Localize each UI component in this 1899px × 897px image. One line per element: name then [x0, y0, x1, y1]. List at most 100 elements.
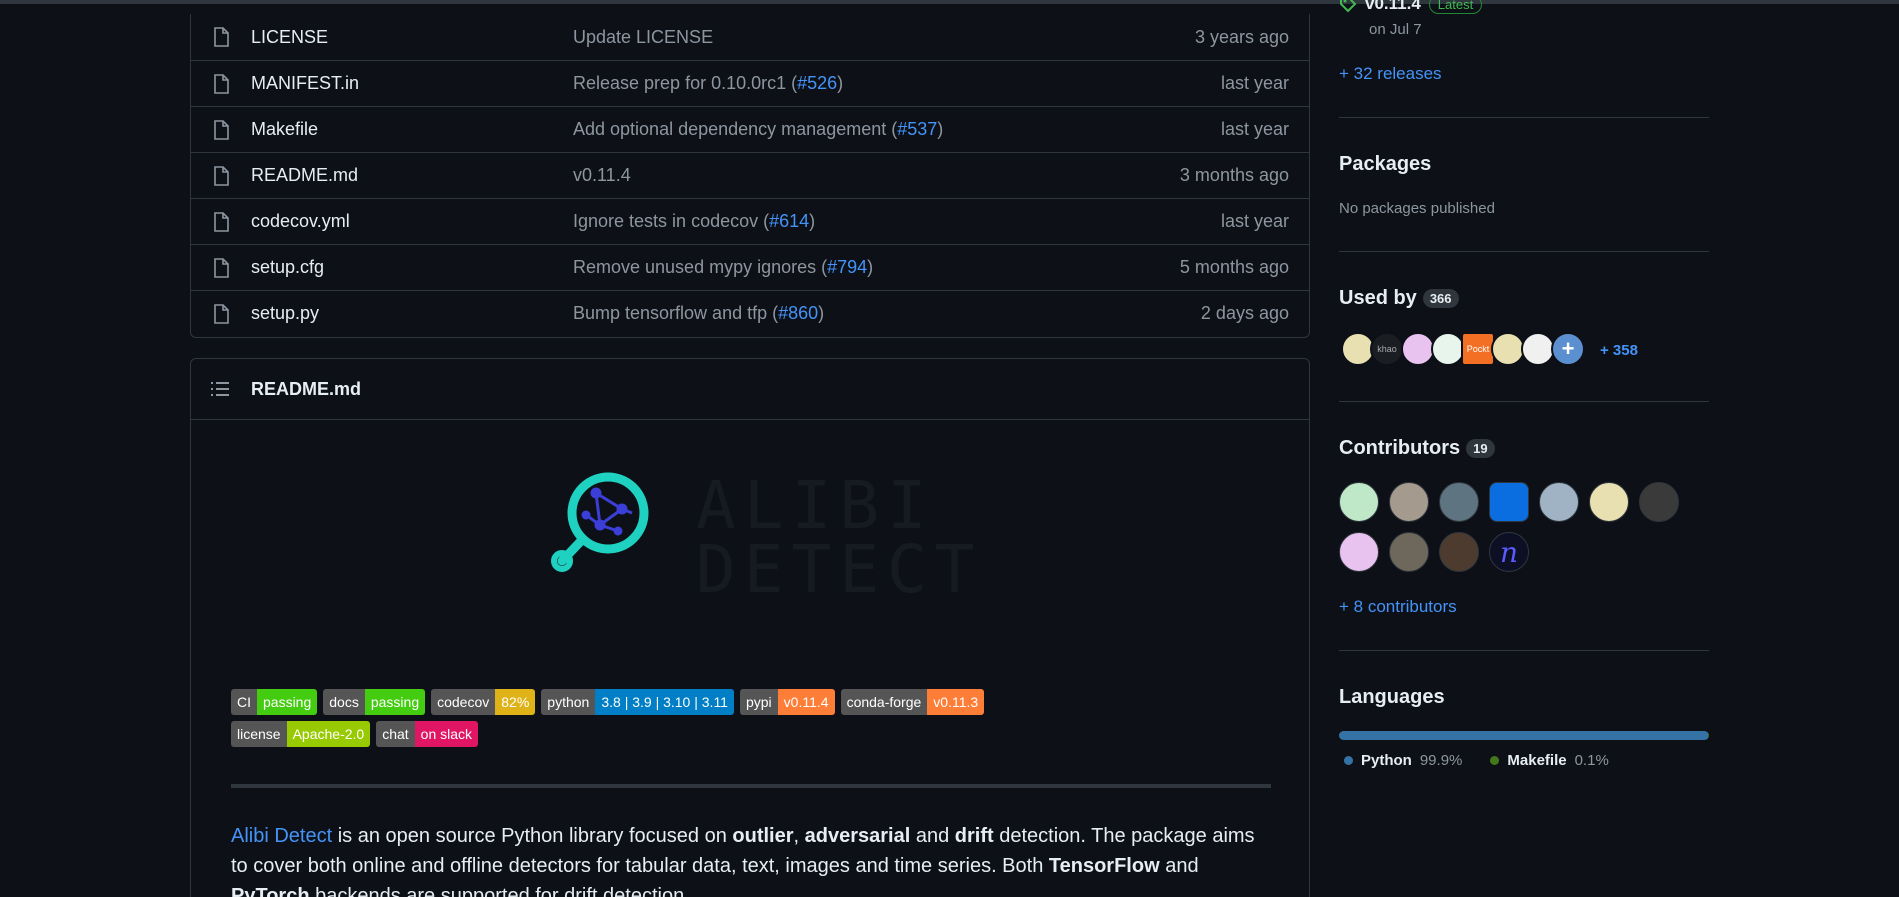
contributors-more-link[interactable]: + 8 contributors	[1339, 597, 1457, 617]
file-name-link[interactable]: setup.cfg	[251, 257, 324, 278]
used-by-more-link[interactable]: + 358	[1600, 342, 1638, 359]
languages-list: Python 99.9% Makefile 0.1%	[1344, 752, 1609, 769]
badge-chat[interactable]: chat on slack	[376, 721, 479, 747]
badge-pypi[interactable]: pypi v0.11.4	[739, 689, 835, 715]
section-divider	[1339, 117, 1709, 118]
avatar[interactable]: khao	[1370, 332, 1404, 366]
contributor-avatar[interactable]	[1389, 482, 1429, 522]
file-row[interactable]: setup.cfg Remove unused mypy ignores (#79…	[191, 244, 1309, 290]
language-percent: 99.9%	[1419, 752, 1463, 769]
used-by-title[interactable]: Used by 366	[1339, 287, 1459, 310]
file-name-link[interactable]: setup.py	[251, 303, 319, 324]
badge-value: passing	[257, 689, 318, 715]
file-name-link[interactable]: MANIFEST.in	[251, 73, 359, 94]
file-name-link[interactable]: README.md	[251, 165, 358, 186]
pull-request-link[interactable]: #614	[769, 211, 809, 231]
badge-row: license Apache-2.0 chat on slack	[231, 721, 1281, 747]
commit-message[interactable]: Release prep for 0.10.0rc1 (#526)	[573, 73, 843, 94]
avatar[interactable]	[1491, 332, 1525, 366]
commit-message[interactable]: Bump tensorflow and tfp (#860)	[573, 303, 824, 324]
commit-message[interactable]: Remove unused mypy ignores (#794)	[573, 257, 873, 278]
pull-request-link[interactable]: #537	[897, 119, 937, 139]
language-bar-segment[interactable]	[1339, 731, 1708, 740]
contributors-title[interactable]: Contributors 19	[1339, 437, 1495, 460]
magnifier-network-icon	[551, 472, 649, 572]
badge-value: 3.8 | 3.9 | 3.10 | 3.11	[595, 689, 734, 715]
contributors-counter: 19	[1466, 439, 1495, 458]
commit-message-text[interactable]: Bump tensorflow and tfp (	[573, 303, 778, 323]
badge-label: codecov	[431, 689, 496, 715]
logo-line-2: DETECT	[696, 531, 983, 608]
commit-message[interactable]: v0.11.4	[573, 165, 631, 186]
contributor-avatar[interactable]	[1389, 532, 1429, 572]
commit-message[interactable]: Update LICENSE	[573, 27, 713, 48]
alibi-detect-link[interactable]: Alibi Detect	[231, 825, 332, 847]
badge-value: v0.11.4	[777, 689, 835, 715]
section-divider	[1339, 251, 1709, 252]
file-icon	[214, 304, 229, 324]
commit-message-text[interactable]: v0.11.4	[573, 165, 631, 185]
file-row[interactable]: LICENSE Update LICENSE 3 years ago	[191, 14, 1309, 60]
commit-time: last year	[1220, 211, 1289, 231]
pull-request-link[interactable]: #794	[827, 257, 867, 277]
commit-message-text[interactable]: Add optional dependency management (	[573, 119, 897, 139]
contributor-avatar[interactable]: n	[1489, 532, 1529, 572]
file-row[interactable]: MANIFEST.in Release prep for 0.10.0rc1 (#…	[191, 60, 1309, 106]
languages-title-text: Languages	[1339, 686, 1445, 708]
contributor-avatar[interactable]	[1339, 482, 1379, 522]
commit-message-text[interactable]: Ignore tests in codecov (	[573, 211, 769, 231]
contributor-avatar[interactable]	[1439, 482, 1479, 522]
language-item[interactable]: Python 99.9%	[1344, 752, 1462, 769]
languages-title: Languages	[1339, 686, 1445, 709]
release-tag[interactable]: v0.11.4	[1365, 0, 1421, 14]
packages-title[interactable]: Packages	[1339, 153, 1431, 176]
language-bar-segment[interactable]	[1707, 731, 1709, 740]
commit-message[interactable]: Ignore tests in codecov (#614)	[573, 211, 815, 232]
file-row[interactable]: README.md v0.11.4 3 months ago	[191, 152, 1309, 198]
contributor-avatar[interactable]	[1439, 532, 1479, 572]
avatar[interactable]	[1401, 332, 1435, 366]
commit-message-text[interactable]: Remove unused mypy ignores (	[573, 257, 827, 277]
intro-bold: outlier	[732, 825, 794, 847]
contributor-avatar[interactable]	[1589, 482, 1629, 522]
commit-message-text[interactable]: Update LICENSE	[573, 27, 713, 47]
avatar[interactable]	[1521, 332, 1555, 366]
outline-list-icon[interactable]	[211, 381, 229, 397]
contributor-avatar[interactable]	[1489, 482, 1529, 522]
language-item[interactable]: Makefile 0.1%	[1490, 752, 1609, 769]
file-row[interactable]: codecov.yml Ignore tests in codecov (#614…	[191, 198, 1309, 244]
intro-text: backends are supported for drift detecti…	[309, 885, 690, 897]
file-name-link[interactable]: codecov.yml	[251, 211, 350, 232]
commit-message[interactable]: Add optional dependency management (#537…	[573, 119, 943, 140]
avatar[interactable]	[1431, 332, 1465, 366]
avatar[interactable]: Pockt	[1461, 332, 1495, 366]
contributor-avatar[interactable]	[1339, 532, 1379, 572]
badge-docs[interactable]: docs passing	[323, 689, 426, 715]
logo-line-1: ALIBI	[696, 467, 935, 544]
badge-python[interactable]: python 3.8 | 3.9 | 3.10 | 3.11	[541, 689, 734, 715]
file-row[interactable]: Makefile Add optional dependency manageme…	[191, 106, 1309, 152]
contributor-avatar[interactable]	[1639, 482, 1679, 522]
pull-request-link[interactable]: #860	[778, 303, 818, 323]
file-icon	[214, 212, 229, 232]
file-list: LICENSE Update LICENSE 3 years ago MANIFEST…	[190, 14, 1310, 338]
file-row[interactable]: setup.py Bump tensorflow and tfp (#860) 2 …	[191, 290, 1309, 336]
badge-codecov[interactable]: codecov 82%	[431, 689, 536, 715]
file-name-link[interactable]: Makefile	[251, 119, 318, 140]
badge-ci[interactable]: CI passing	[231, 689, 318, 715]
readme-title-link[interactable]: README.md	[251, 379, 361, 400]
badge-conda-forge[interactable]: conda-forge v0.11.3	[840, 689, 985, 715]
intro-text: ,	[793, 825, 805, 847]
file-name-link[interactable]: LICENSE	[251, 27, 328, 48]
commit-message-text[interactable]: Release prep for 0.10.0rc1 (	[573, 73, 797, 93]
contributor-avatar[interactable]	[1539, 482, 1579, 522]
file-icon	[214, 258, 229, 278]
avatar[interactable]: +	[1551, 332, 1585, 366]
badge-value: on slack	[414, 721, 479, 747]
used-by-avatars[interactable]: khao Pockt +	[1339, 332, 1585, 372]
pull-request-link[interactable]: #526	[797, 73, 837, 93]
latest-release[interactable]: v0.11.4 Latest	[1339, 0, 1483, 14]
releases-link[interactable]: + 32 releases	[1339, 64, 1442, 84]
intro-text: is an open source Python library focused…	[332, 825, 733, 847]
badge-license[interactable]: license Apache-2.0	[231, 721, 371, 747]
